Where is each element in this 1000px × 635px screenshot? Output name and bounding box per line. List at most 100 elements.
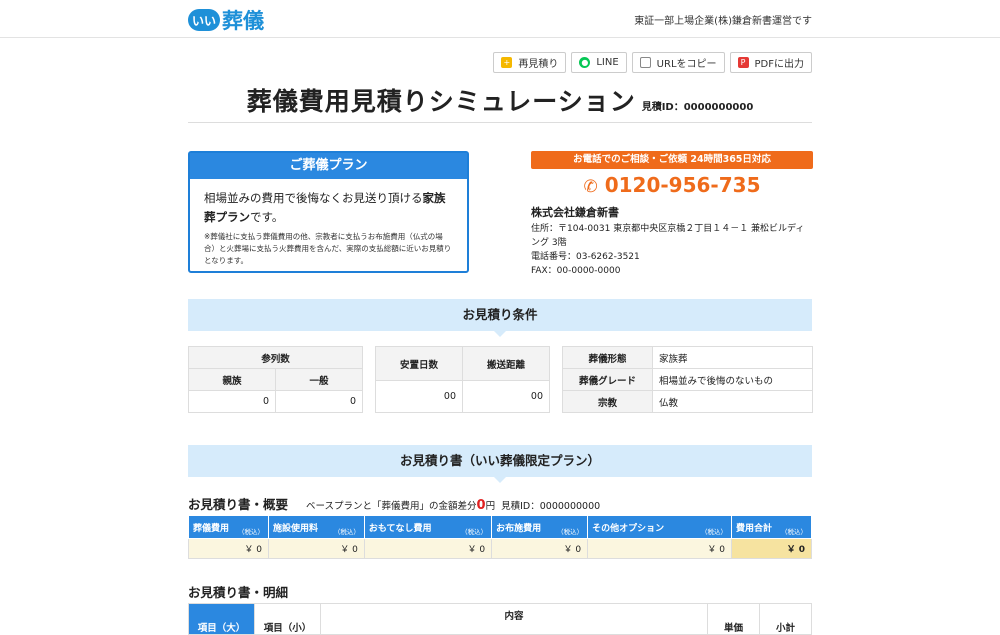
- diff-unit: 円: [485, 501, 496, 512]
- conditions-heading-text: お見積り条件: [462, 307, 538, 322]
- detail-col-header: 小計: [759, 603, 812, 635]
- relatives-header: 親族: [188, 368, 276, 391]
- phone-icon: ✆: [583, 177, 598, 197]
- phone-link[interactable]: ✆ 0120-956-735: [531, 173, 813, 199]
- detail-value: 仏教: [652, 390, 813, 413]
- phone-number: 0120-956-735: [604, 173, 761, 197]
- conditions-heading: お見積り条件: [188, 299, 812, 337]
- company-name: 株式会社鎌倉新書: [531, 206, 619, 219]
- summary-value: ￥ 0: [587, 538, 732, 559]
- funeral-details-table: 葬儀形態 家族葬 葬儀グレード 相場並みで後悔のないもの 宗教 仏教: [562, 346, 813, 413]
- re-estimate-label: 再見積り: [518, 59, 559, 70]
- detail-value: 家族葬: [652, 346, 813, 369]
- plan-text: 相場並みの費用で後悔なくお見送り頂ける: [204, 191, 423, 205]
- band-pointer: [494, 477, 506, 483]
- company-tel: 電話番号：03-6262-3521: [531, 252, 640, 262]
- copy-icon: [639, 57, 651, 68]
- logo-mark: いい: [188, 9, 220, 31]
- col-label: 施設使用料: [272, 523, 318, 534]
- relatives-count: 0: [188, 390, 276, 413]
- general-count: 0: [275, 390, 363, 413]
- summary-col-header: おもてなし費用 （税込）: [363, 515, 493, 539]
- page-title-text: 葬儀費用見積りシミュレーション: [246, 87, 636, 116]
- summary-col-header: 費用合計 （税込）: [730, 515, 813, 539]
- col-label: お布施費用: [496, 523, 542, 534]
- tax-label: （税込）: [461, 528, 488, 536]
- summary-value: ￥ 0: [363, 538, 493, 559]
- diff-note: ベースプランと「葬儀費用」の金額差分0円 見積ID：0000000000: [306, 498, 601, 513]
- company-fax: FAX：00-0000-0000: [531, 266, 621, 276]
- summary-col-header: その他オプション （税込）: [587, 515, 732, 539]
- attendees-table: 参列数 親族 一般 00: [188, 346, 363, 413]
- page-title: 葬儀費用見積りシミュレーション 見積ID：0000000000: [0, 82, 1000, 118]
- detail-value: 相場並みで後悔のないもの: [652, 368, 813, 391]
- summary-total-value: ￥ 0: [730, 538, 813, 559]
- title-estimate-id: 見積ID：0000000000: [641, 102, 754, 113]
- band-pointer: [494, 331, 506, 337]
- line-label: LINE: [596, 57, 619, 68]
- attendees-header: 参列数: [188, 346, 363, 369]
- col-label: その他オプション: [592, 523, 665, 534]
- col-label: 費用合計: [735, 523, 772, 534]
- tax-label: （税込）: [237, 528, 264, 536]
- line-icon: ●: [579, 57, 591, 68]
- distance-value: 00: [462, 380, 550, 413]
- re-estimate-button[interactable]: + 再見積り: [493, 52, 567, 73]
- detail-col-header: 単価: [707, 603, 760, 635]
- summary-col-header: お布施費用 （税込）: [491, 515, 589, 539]
- pdf-icon: P: [737, 57, 749, 68]
- summary-value: ￥ 0: [491, 538, 589, 559]
- line-share-button[interactable]: ● LINE: [571, 52, 627, 73]
- tax-label: （税込）: [333, 528, 360, 536]
- summary-value: ￥ 0: [188, 538, 269, 559]
- detail-col-header: 項目（小）: [254, 603, 321, 635]
- site-header: いい 葬儀 東証一部上場企業(株)鎌倉新書運営です: [0, 0, 1000, 38]
- logo-text: 葬儀: [222, 9, 264, 33]
- refresh-icon: +: [501, 57, 513, 68]
- diff-value: 0: [476, 498, 486, 513]
- contact-panel: お電話でのご相談・ご依頼 24時間365日対応 ✆ 0120-956-735 株…: [531, 151, 813, 278]
- overview-title-text: お見積り書・概要: [188, 497, 289, 512]
- estimate-heading-text: お見積り書（いい葬儀限定プラン）: [399, 453, 600, 468]
- summary-table: 葬儀費用 （税込） 施設使用料 （税込） おもてなし費用 （税込） お布施費用 （税込）…: [188, 515, 813, 559]
- distance-header: 搬送距離: [462, 346, 550, 381]
- summary-col-header: 施設使用料 （税込）: [267, 515, 365, 539]
- general-header: 一般: [275, 368, 363, 391]
- title-divider: [188, 122, 812, 123]
- tax-label: （税込）: [781, 528, 807, 536]
- col-label: 葬儀費用: [193, 523, 230, 534]
- storage-days-value: 00: [375, 380, 463, 413]
- pdf-export-label: PDFに出力: [754, 59, 804, 70]
- plan-note: ※葬儀社に支払う葬儀費用の他、宗教者に支払うお布施費用（仏式の場合）と火葬場に支…: [204, 232, 452, 265]
- storage-days-header: 安置日数: [375, 346, 463, 381]
- detail-label: 葬儀グレード: [562, 368, 653, 391]
- detail-label: 葬儀形態: [562, 346, 653, 369]
- transport-table: 安置日数 搬送距離 00 00: [375, 346, 550, 413]
- plan-heading: ご葬儀プラン: [190, 153, 467, 179]
- site-logo[interactable]: いい 葬儀: [188, 5, 264, 35]
- copy-url-button[interactable]: URLをコピー: [631, 52, 725, 73]
- detail-col-header: 内容: [320, 603, 708, 635]
- company-address: 住所：〒104-0031 東京都中央区京橋２丁目１４－１ 兼松ビルディング 3階: [531, 224, 805, 248]
- overview-title: お見積り書・概要 ベースプランと「葬儀費用」の金額差分0円 見積ID：0000000…: [188, 494, 600, 513]
- tax-label: （税込）: [700, 528, 727, 536]
- pdf-export-button[interactable]: P PDFに出力: [729, 52, 812, 73]
- plan-text-end: です。: [250, 210, 284, 224]
- detail-label: 宗教: [562, 390, 653, 413]
- summary-value: ￥ 0: [267, 538, 365, 559]
- plan-description: 相場並みの費用で後悔なくお見送り頂ける家族葬プランです。: [204, 189, 453, 227]
- tax-label: （税込）: [557, 528, 584, 536]
- contact-banner: お電話でのご相談・ご依頼 24時間365日対応: [531, 151, 813, 169]
- col-label: おもてなし費用: [368, 523, 432, 534]
- header-company-note: 東証一部上場企業(株)鎌倉新書運営です: [634, 16, 812, 27]
- summary-col-header: 葬儀費用 （税込）: [188, 515, 269, 539]
- detail-table: 項目（大） 項目（小） 内容 単価 小計: [188, 603, 812, 635]
- detail-col-header: 項目（大）: [188, 603, 255, 635]
- overview-estimate-id: 見積ID：0000000000: [501, 501, 601, 512]
- action-toolbar: + 再見積り ● LINE URLをコピー P PDFに出力: [493, 52, 812, 73]
- detail-title: お見積り書・明細: [188, 585, 289, 600]
- copy-url-label: URLをコピー: [656, 59, 717, 70]
- estimate-heading: お見積り書（いい葬儀限定プラン）: [188, 445, 812, 483]
- plan-box: ご葬儀プラン 相場並みの費用で後悔なくお見送り頂ける家族葬プランです。 ※葬儀社…: [188, 151, 469, 273]
- diff-text: ベースプランと「葬儀費用」の金額差分: [306, 501, 477, 512]
